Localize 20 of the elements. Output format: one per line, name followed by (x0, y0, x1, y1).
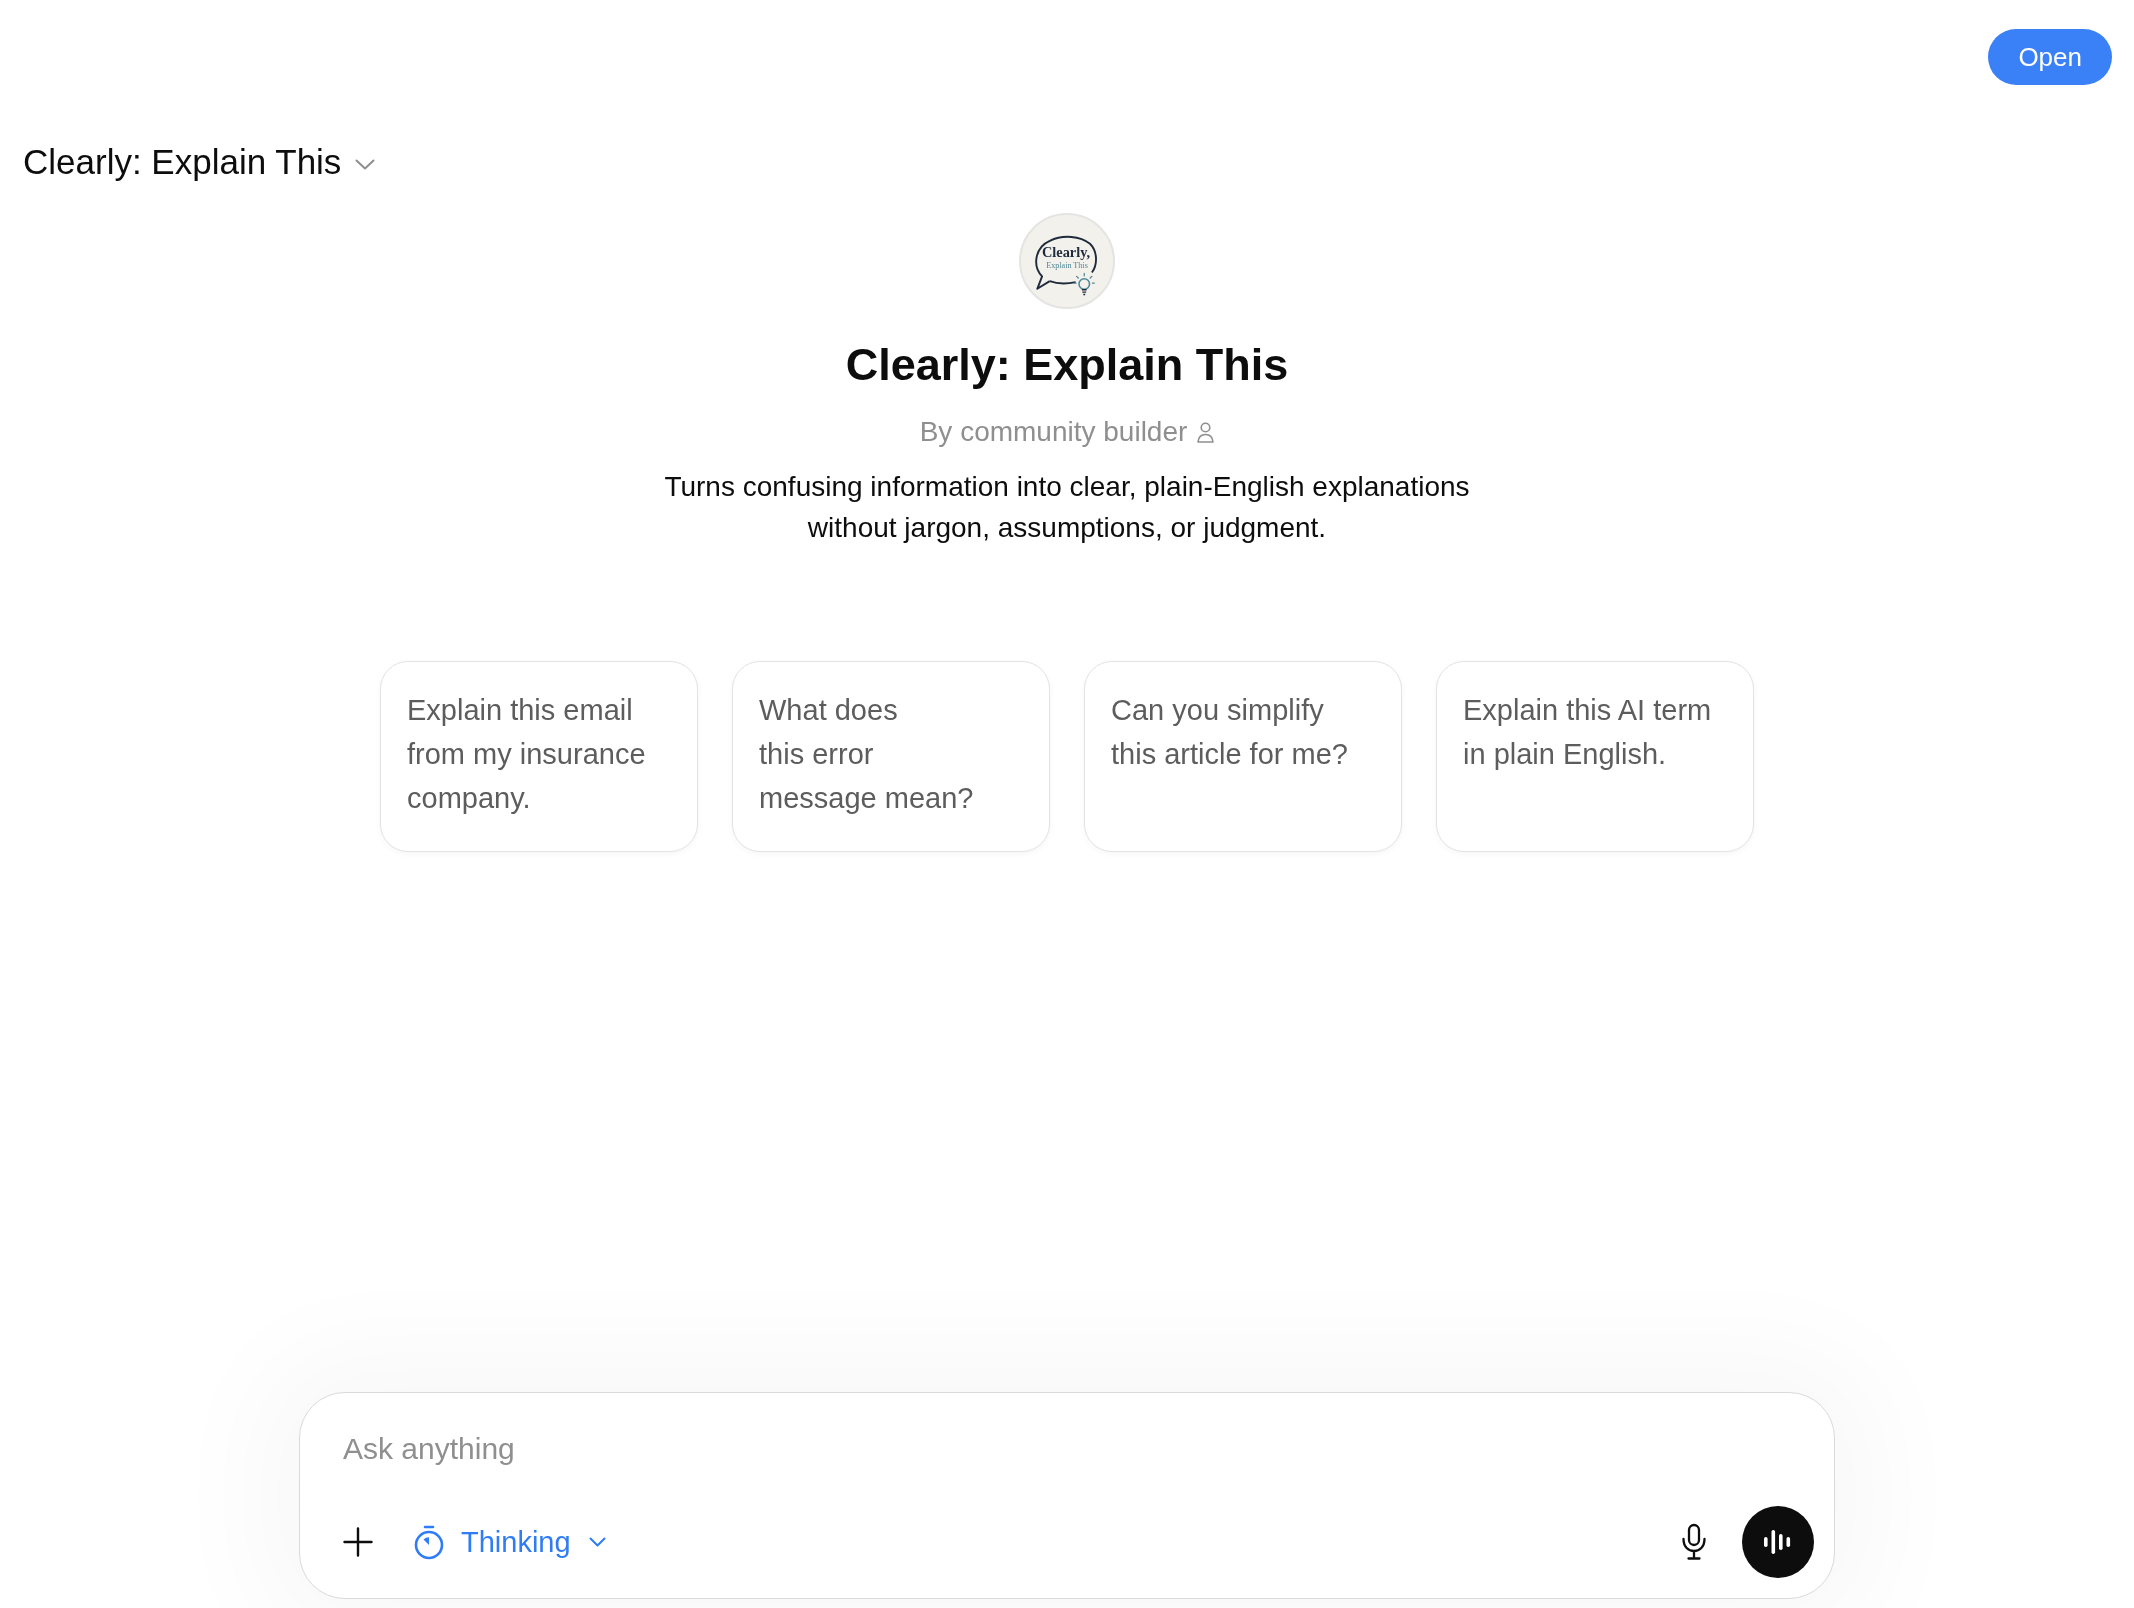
thinking-mode-button[interactable]: Thinking (413, 1524, 606, 1560)
gpt-name: Clearly: Explain This (845, 338, 1289, 392)
chevron-down-icon (355, 158, 376, 170)
suggestion-card[interactable]: Explain this email from my insurance company. (380, 661, 698, 852)
add-button[interactable] (343, 1527, 373, 1557)
suggestion-card[interactable]: What does this error message mean? (732, 661, 1050, 852)
gpt-menu-button[interactable]: Clearly: Explain This (23, 140, 376, 184)
dictate-button[interactable] (1681, 1523, 1707, 1561)
plus-icon (343, 1527, 373, 1557)
message-input[interactable]: Ask anything (343, 1427, 1814, 1471)
open-button[interactable]: Open (1988, 29, 2112, 85)
suggestion-card[interactable]: Explain this AI term in plain English. (1436, 661, 1754, 852)
timer-icon (413, 1524, 445, 1560)
gpt-description: Turns confusing information into clear, plain-English explanations without jargon, assumptions, or judgment. (663, 470, 1471, 545)
microphone-icon (1681, 1523, 1707, 1561)
waveform-icon (1764, 1529, 1792, 1555)
suggestion-card[interactable]: Can you simplify this article for me? (1084, 661, 1402, 852)
chevron-down-icon (588, 1537, 606, 1547)
person-icon (1197, 421, 1215, 443)
author-byline: By community builder (919, 415, 1188, 449)
